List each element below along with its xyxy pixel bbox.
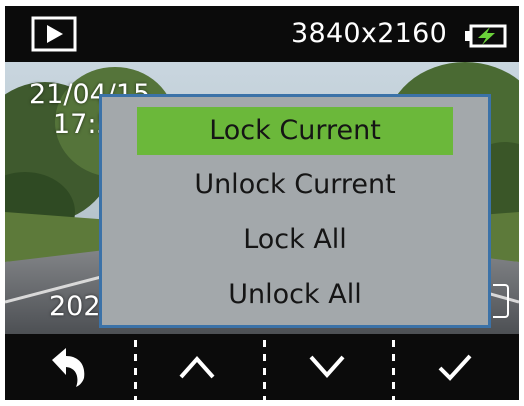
- playback-icon: [31, 16, 77, 52]
- checkmark-icon: [438, 354, 472, 381]
- file-lock-indicator: [493, 284, 509, 318]
- date-stamp: 202: [49, 291, 101, 322]
- back-button[interactable]: [5, 334, 133, 400]
- up-button[interactable]: [133, 334, 261, 400]
- dashcam-screen: 3840x2160 21/04/15 17:5 202 Lock Current…: [5, 6, 519, 400]
- resolution-label: 3840x2160: [291, 18, 448, 49]
- confirm-button[interactable]: [391, 334, 519, 400]
- battery-charging-icon: [465, 24, 507, 48]
- down-button[interactable]: [263, 334, 391, 400]
- menu-item-unlock-all[interactable]: Unlock All: [137, 271, 453, 319]
- back-arrow-icon: [52, 348, 85, 387]
- menu-item-lock-all[interactable]: Lock All: [137, 216, 453, 264]
- menu-item-unlock-current[interactable]: Unlock Current: [137, 161, 453, 209]
- menu-item-lock-current[interactable]: Lock Current: [137, 107, 453, 155]
- lock-menu: Lock Current Unlock Current Lock All Unl…: [99, 94, 491, 328]
- chevron-down-icon: [309, 355, 345, 379]
- control-bar: [5, 334, 519, 400]
- chevron-up-icon: [179, 355, 215, 379]
- status-bar: 3840x2160: [5, 6, 519, 62]
